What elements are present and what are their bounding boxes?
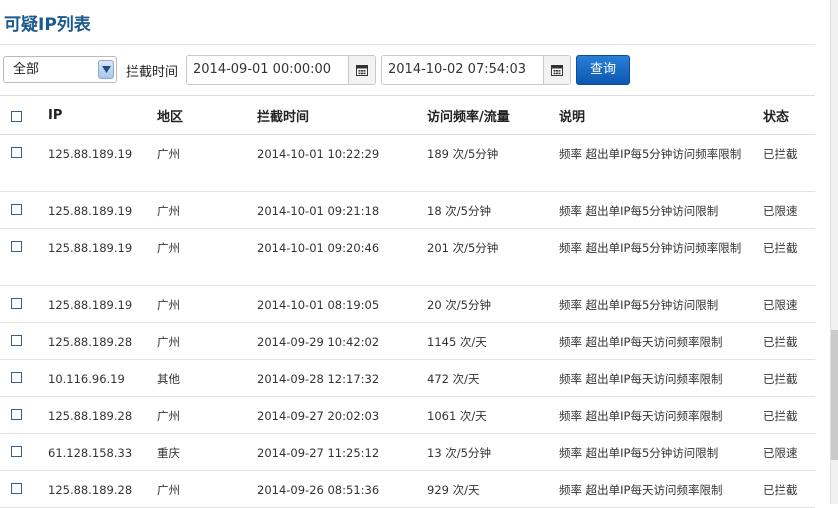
cell-time: 2014-09-26 08:51:36 bbox=[257, 470, 427, 508]
end-time-value: 2014-10-02 07:54:03 bbox=[388, 62, 527, 77]
header-region[interactable]: 地区 bbox=[157, 95, 257, 135]
cell-region: 广州 bbox=[157, 322, 257, 360]
cell-region: 广州 bbox=[157, 191, 257, 229]
cell-ip: 125.88.189.28 bbox=[48, 396, 157, 434]
cell-time: 2014-09-28 12:17:32 bbox=[257, 359, 427, 397]
cell-time: 2014-10-01 09:20:46 bbox=[257, 228, 427, 286]
cell-desc: 频率 超出单IP每天访问频率限制 bbox=[559, 470, 763, 508]
cell-freq: 929 次/天 bbox=[427, 470, 559, 508]
row-checkbox[interactable] bbox=[11, 298, 22, 309]
cell-status: 已限速 bbox=[763, 191, 815, 229]
select-all-cell bbox=[0, 95, 48, 135]
header-desc[interactable]: 说明 bbox=[559, 95, 763, 135]
cell-time: 2014-09-29 10:42:02 bbox=[257, 322, 427, 360]
cell-ip: 125.88.189.28 bbox=[48, 322, 157, 360]
cell-ip: 10.116.96.19 bbox=[48, 359, 157, 397]
header-time[interactable]: 拦截时间 bbox=[257, 95, 427, 135]
table-row[interactable]: 125.88.189.19 广州 2014-10-01 10:22:29 189… bbox=[0, 134, 815, 192]
select-all-checkbox[interactable] bbox=[11, 110, 22, 122]
table-row[interactable]: 125.88.189.28 广州 2014-09-29 10:42:02 114… bbox=[0, 322, 815, 360]
time-filter-label: 拦截时间 bbox=[126, 65, 179, 80]
cell-status: 已拦截 bbox=[763, 359, 815, 397]
calendar-icon[interactable] bbox=[348, 56, 375, 84]
header-ip[interactable]: IP bbox=[48, 95, 157, 135]
cell-status: 已拦截 bbox=[763, 228, 815, 286]
table-header-row: IP 地区 拦截时间 访问频率/流量 说明 状态 bbox=[0, 95, 815, 135]
cell-freq: 189 次/5分钟 bbox=[427, 134, 559, 192]
cell-freq: 13 次/5分钟 bbox=[427, 433, 559, 471]
cell-region: 重庆 bbox=[157, 433, 257, 471]
cell-status: 已限速 bbox=[763, 433, 815, 471]
cell-status: 已限速 bbox=[763, 285, 815, 323]
cell-status: 已拦截 bbox=[763, 322, 815, 360]
cell-desc: 频率 超出单IP每5分钟访问频率限制 bbox=[559, 134, 763, 192]
table-row[interactable]: 10.116.96.19 其他 2014-09-28 12:17:32 472 … bbox=[0, 359, 815, 397]
table-row[interactable]: 125.88.189.19 广州 2014-10-01 09:21:18 18 … bbox=[0, 191, 815, 229]
cell-desc: 频率 超出单IP每5分钟访问频率限制 bbox=[559, 228, 763, 286]
row-checkbox[interactable] bbox=[11, 204, 22, 215]
cell-ip: 125.88.189.19 bbox=[48, 191, 157, 229]
row-checkbox[interactable] bbox=[11, 372, 22, 383]
cell-desc: 频率 超出单IP每天访问频率限制 bbox=[559, 396, 763, 434]
cell-status: 已拦截 bbox=[763, 134, 815, 192]
cell-region: 广州 bbox=[157, 396, 257, 434]
cell-status: 已拦截 bbox=[763, 470, 815, 508]
start-time-input[interactable]: 2014-09-01 00:00:00 bbox=[186, 55, 376, 85]
header-freq[interactable]: 访问频率/流量 bbox=[427, 95, 559, 135]
cell-desc: 频率 超出单IP每天访问频率限制 bbox=[559, 359, 763, 397]
row-checkbox[interactable] bbox=[11, 446, 22, 457]
table-row[interactable]: 61.128.158.33 重庆 2014-09-27 11:25:12 13 … bbox=[0, 433, 815, 471]
row-checkbox[interactable] bbox=[11, 483, 22, 494]
type-select-value: 全部 bbox=[13, 62, 40, 77]
page-title: 可疑IP列表 bbox=[4, 15, 91, 35]
cell-time: 2014-10-01 08:19:05 bbox=[257, 285, 427, 323]
cell-region: 广州 bbox=[157, 134, 257, 192]
cell-freq: 201 次/5分钟 bbox=[427, 228, 559, 286]
type-select[interactable]: 全部 bbox=[3, 56, 117, 83]
row-checkbox[interactable] bbox=[11, 335, 22, 346]
cell-time: 2014-10-01 10:22:29 bbox=[257, 134, 427, 192]
cell-region: 广州 bbox=[157, 228, 257, 286]
cell-time: 2014-09-27 20:02:03 bbox=[257, 396, 427, 434]
vertical-scrollbar[interactable] bbox=[830, 0, 838, 504]
table-row[interactable]: 125.88.189.19 广州 2014-10-01 09:20:46 201… bbox=[0, 228, 815, 286]
cell-freq: 1061 次/天 bbox=[427, 396, 559, 434]
cell-time: 2014-10-01 09:21:18 bbox=[257, 191, 427, 229]
ip-table: IP 地区 拦截时间 访问频率/流量 说明 状态 125.88.189.19 广… bbox=[0, 95, 815, 508]
cell-region: 广州 bbox=[157, 285, 257, 323]
table-row[interactable]: 125.88.189.28 广州 2014-09-26 08:51:36 929… bbox=[0, 470, 815, 508]
chevron-down-icon[interactable] bbox=[98, 60, 114, 79]
title-divider bbox=[0, 44, 815, 45]
cell-region: 其他 bbox=[157, 359, 257, 397]
header-status[interactable]: 状态 bbox=[763, 95, 815, 135]
scrollbar-thumb[interactable] bbox=[831, 330, 838, 460]
filter-bar: 全部 拦截时间 2014-09-01 00:00:00 2014-10-02 0… bbox=[0, 55, 838, 85]
query-button[interactable]: 查询 bbox=[576, 55, 630, 85]
cell-ip: 125.88.189.19 bbox=[48, 134, 157, 192]
cell-region: 广州 bbox=[157, 470, 257, 508]
cell-desc: 频率 超出单IP每5分钟访问限制 bbox=[559, 191, 763, 229]
cell-freq: 20 次/5分钟 bbox=[427, 285, 559, 323]
row-checkbox[interactable] bbox=[11, 409, 22, 420]
table-row[interactable]: 125.88.189.19 广州 2014-10-01 08:19:05 20 … bbox=[0, 285, 815, 323]
cell-desc: 频率 超出单IP每天访问频率限制 bbox=[559, 322, 763, 360]
table-row[interactable]: 125.88.189.28 广州 2014-09-27 20:02:03 106… bbox=[0, 396, 815, 434]
cell-freq: 18 次/5分钟 bbox=[427, 191, 559, 229]
cell-desc: 频率 超出单IP每5分钟访问限制 bbox=[559, 285, 763, 323]
cell-freq: 1145 次/天 bbox=[427, 322, 559, 360]
cell-status: 已拦截 bbox=[763, 396, 815, 434]
start-time-value: 2014-09-01 00:00:00 bbox=[193, 62, 332, 77]
cell-ip: 125.88.189.19 bbox=[48, 285, 157, 323]
cell-ip: 61.128.158.33 bbox=[48, 433, 157, 471]
cell-desc: 频率 超出单IP每5分钟访问限制 bbox=[559, 433, 763, 471]
cell-ip: 125.88.189.28 bbox=[48, 470, 157, 508]
end-time-input[interactable]: 2014-10-02 07:54:03 bbox=[381, 55, 571, 85]
row-checkbox[interactable] bbox=[11, 147, 22, 158]
cell-time: 2014-09-27 11:25:12 bbox=[257, 433, 427, 471]
calendar-icon[interactable] bbox=[543, 56, 570, 84]
cell-ip: 125.88.189.19 bbox=[48, 228, 157, 286]
row-checkbox[interactable] bbox=[11, 241, 22, 252]
cell-freq: 472 次/天 bbox=[427, 359, 559, 397]
